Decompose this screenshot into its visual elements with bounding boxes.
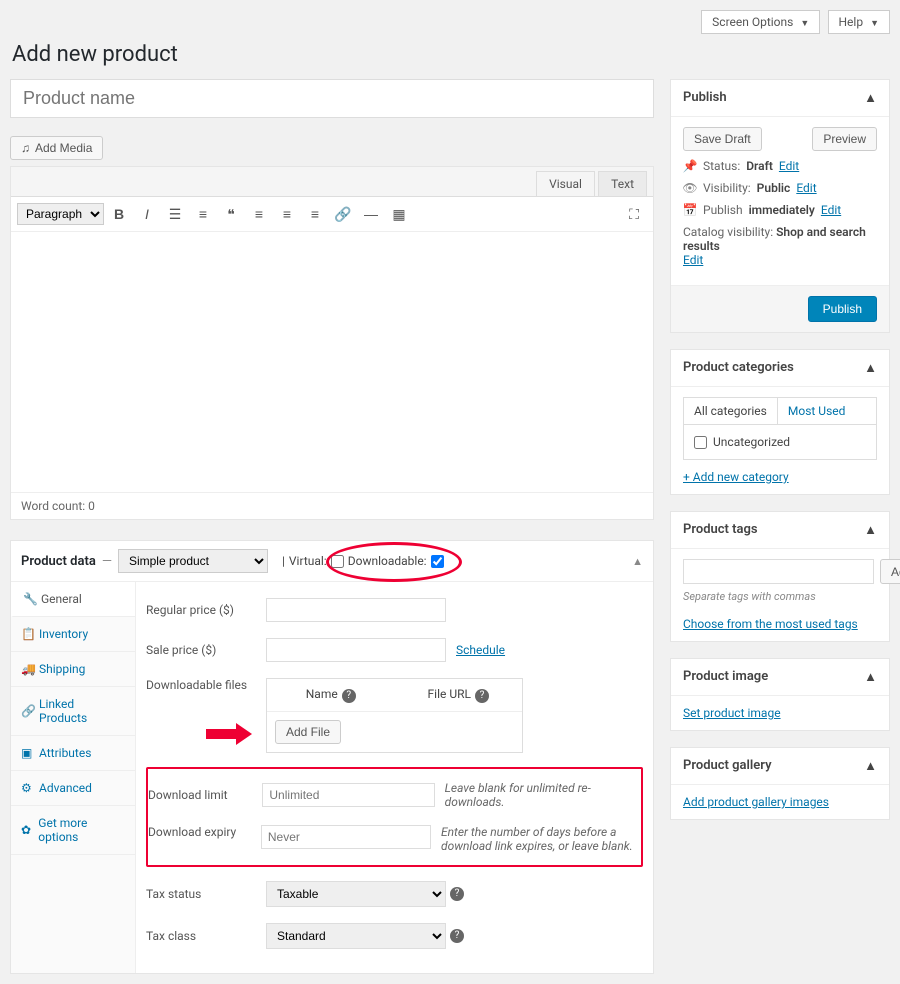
tab-advanced[interactable]: ⚙Advanced [11, 771, 135, 806]
edit-publish-link[interactable]: Edit [821, 203, 841, 217]
tax-class-label: Tax class [146, 929, 266, 943]
edit-catalog-link[interactable]: Edit [683, 253, 703, 267]
downloadable-toggle[interactable]: Downloadable: [348, 554, 444, 568]
bold-icon[interactable]: B [106, 201, 132, 227]
sale-price-input[interactable] [266, 638, 446, 662]
screen-options-button[interactable]: Screen Options ▼ [701, 10, 820, 34]
editor-body[interactable] [11, 232, 653, 492]
tab-text[interactable]: Text [598, 171, 647, 196]
tab-inventory[interactable]: 📋Inventory [11, 617, 135, 652]
align-left-icon[interactable]: ≡ [246, 201, 272, 227]
add-tag-button[interactable]: Add [880, 559, 900, 584]
truck-icon: 🚚 [21, 662, 33, 676]
tag-icon: ▣ [21, 746, 33, 760]
add-category-link[interactable]: + Add new category [683, 470, 789, 484]
plus-icon: ✿ [21, 823, 32, 837]
tax-status-select[interactable]: Taxable [266, 881, 446, 907]
product-gallery-box: Product gallery▲ Add product gallery ima… [670, 747, 890, 820]
italic-icon[interactable]: I [134, 201, 160, 227]
numbered-list-icon[interactable]: ≡ [190, 201, 216, 227]
editor: Visual Text Paragraph B I ☰ ≡ ❝ ≡ ≡ ≡ 🔗 … [10, 166, 654, 520]
paragraph-select[interactable]: Paragraph [17, 203, 104, 225]
pin-icon: 📌 [683, 159, 697, 173]
regular-price-label: Regular price ($) [146, 603, 266, 617]
tags-hint: Separate tags with commas [683, 590, 877, 603]
preview-button[interactable]: Preview [812, 127, 877, 151]
tax-status-label: Tax status [146, 887, 266, 901]
quote-icon[interactable]: ❝ [218, 201, 244, 227]
publish-box: Publish▲ Save Draft Preview 📌Status: Dra… [670, 79, 890, 333]
tab-shipping[interactable]: 🚚Shipping [11, 652, 135, 687]
collapse-icon[interactable]: ▲ [864, 669, 877, 685]
align-center-icon[interactable]: ≡ [274, 201, 300, 227]
page-title: Add new product [12, 42, 890, 67]
product-name-input[interactable] [10, 79, 654, 118]
tab-general[interactable]: 🔧General [11, 582, 135, 617]
wrench-icon: 🔧 [23, 592, 35, 606]
inventory-icon: 📋 [21, 627, 33, 641]
toolbar-toggle-icon[interactable]: ▦ [386, 201, 412, 227]
download-limit-label: Download limit [148, 788, 262, 802]
media-icon: ♫ [21, 141, 30, 155]
download-limit-hint: Leave blank for unlimited re-downloads. [445, 781, 641, 809]
add-file-button[interactable]: Add File [275, 720, 341, 744]
tab-visual[interactable]: Visual [536, 171, 595, 196]
cat-uncategorized[interactable]: Uncategorized [694, 435, 866, 449]
chevron-down-icon: ▼ [800, 19, 809, 29]
schedule-link[interactable]: Schedule [456, 643, 505, 657]
link-icon: 🔗 [21, 704, 33, 718]
cat-tab-most-used[interactable]: Most Used [778, 398, 856, 424]
dl-col-url: File URL? [395, 679, 523, 711]
tab-attributes[interactable]: ▣Attributes [11, 736, 135, 771]
dl-col-name: Name? [267, 679, 395, 711]
help-icon[interactable]: ? [450, 887, 464, 901]
align-right-icon[interactable]: ≡ [302, 201, 328, 227]
product-type-select[interactable]: Simple product [118, 549, 268, 573]
categories-box: Product categories▲ All categories Most … [670, 349, 890, 495]
sale-price-label: Sale price ($) [146, 643, 266, 657]
regular-price-input[interactable] [266, 598, 446, 622]
collapse-icon[interactable]: ▲ [864, 758, 877, 774]
publish-button[interactable]: Publish [808, 296, 877, 322]
tab-more[interactable]: ✿Get more options [11, 806, 135, 855]
virtual-toggle[interactable]: Virtual: [289, 554, 344, 568]
tax-class-select[interactable]: Standard [266, 923, 446, 949]
collapse-icon[interactable]: ▲ [632, 555, 643, 568]
help-button[interactable]: Help ▼ [828, 10, 891, 34]
product-data-title: Product data [21, 554, 96, 569]
tags-box: Product tags▲ Add Separate tags with com… [670, 511, 890, 642]
tab-linked[interactable]: 🔗Linked Products [11, 687, 135, 736]
tag-input[interactable] [683, 559, 874, 584]
download-expiry-input[interactable] [261, 825, 431, 849]
downloadable-files-label: Downloadable files [146, 678, 266, 692]
save-draft-button[interactable]: Save Draft [683, 127, 762, 151]
eye-icon: 👁 [683, 181, 697, 195]
product-data-metabox: Product data — Simple product | Virtual:… [10, 540, 654, 974]
calendar-icon: 📅 [683, 203, 697, 217]
help-icon[interactable]: ? [342, 689, 356, 703]
word-count: Word count: 0 [11, 492, 653, 519]
cat-tab-all[interactable]: All categories [684, 398, 778, 424]
link-icon[interactable]: 🔗 [330, 201, 356, 227]
fullscreen-icon[interactable]: ⛶ [621, 201, 647, 227]
collapse-icon[interactable]: ▲ [864, 360, 877, 376]
add-gallery-images-link[interactable]: Add product gallery images [683, 795, 829, 809]
download-limit-input[interactable] [262, 783, 434, 807]
more-icon[interactable]: — [358, 201, 384, 227]
set-product-image-link[interactable]: Set product image [683, 706, 781, 720]
bullet-list-icon[interactable]: ☰ [162, 201, 188, 227]
product-image-box: Product image▲ Set product image [670, 658, 890, 731]
add-media-button[interactable]: ♫ Add Media [10, 136, 103, 160]
download-expiry-label: Download expiry [148, 825, 261, 839]
collapse-icon[interactable]: ▲ [864, 522, 877, 538]
help-icon[interactable]: ? [475, 689, 489, 703]
edit-status-link[interactable]: Edit [779, 159, 799, 173]
annotation-arrow [206, 725, 256, 743]
help-icon[interactable]: ? [450, 929, 464, 943]
choose-tags-link[interactable]: Choose from the most used tags [683, 617, 858, 631]
gear-icon: ⚙ [21, 781, 33, 795]
collapse-icon[interactable]: ▲ [864, 90, 877, 106]
edit-visibility-link[interactable]: Edit [796, 181, 816, 195]
chevron-down-icon: ▼ [870, 19, 879, 29]
